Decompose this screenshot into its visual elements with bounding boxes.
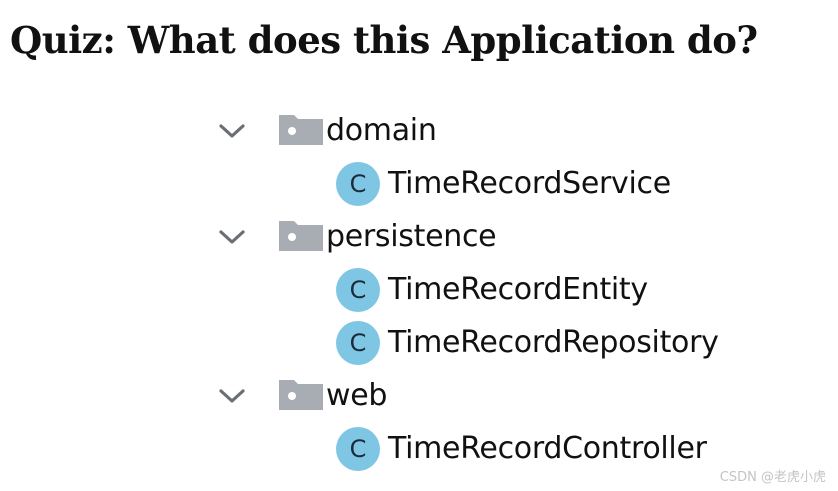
folder-icon xyxy=(278,377,324,411)
watermark: CSDN @老虎小虎 xyxy=(719,470,826,485)
tree-class-timerecordservice[interactable]: C TimeRecordService xyxy=(212,157,812,210)
tree-package-web[interactable]: web xyxy=(212,369,812,422)
chevron-down-icon[interactable] xyxy=(214,219,250,255)
tree-package-persistence[interactable]: persistence xyxy=(212,210,812,263)
class-label: TimeRecordController xyxy=(388,431,707,466)
class-icon: C xyxy=(336,426,380,471)
folder-icon xyxy=(278,218,324,252)
package-label: domain xyxy=(326,113,437,148)
chevron-down-icon[interactable] xyxy=(214,113,250,149)
slide: Quiz: What does this Application do? dom… xyxy=(0,0,838,491)
class-icon: C xyxy=(336,320,380,365)
class-label: TimeRecordEntity xyxy=(388,272,648,307)
tree-package-domain[interactable]: domain xyxy=(212,104,812,157)
class-icon: C xyxy=(336,267,380,312)
class-label: TimeRecordRepository xyxy=(388,325,719,360)
class-label: TimeRecordService xyxy=(388,166,671,201)
class-icon: C xyxy=(336,161,380,206)
tree-class-timerecordrepository[interactable]: C TimeRecordRepository xyxy=(212,316,812,369)
project-tree: domain C TimeRecordService persistence C… xyxy=(212,104,812,475)
chevron-down-icon[interactable] xyxy=(214,378,250,414)
page-title: Quiz: What does this Application do? xyxy=(10,18,758,62)
folder-icon xyxy=(278,112,324,146)
package-label: web xyxy=(326,378,388,413)
tree-class-timerecordentity[interactable]: C TimeRecordEntity xyxy=(212,263,812,316)
package-label: persistence xyxy=(326,219,497,254)
